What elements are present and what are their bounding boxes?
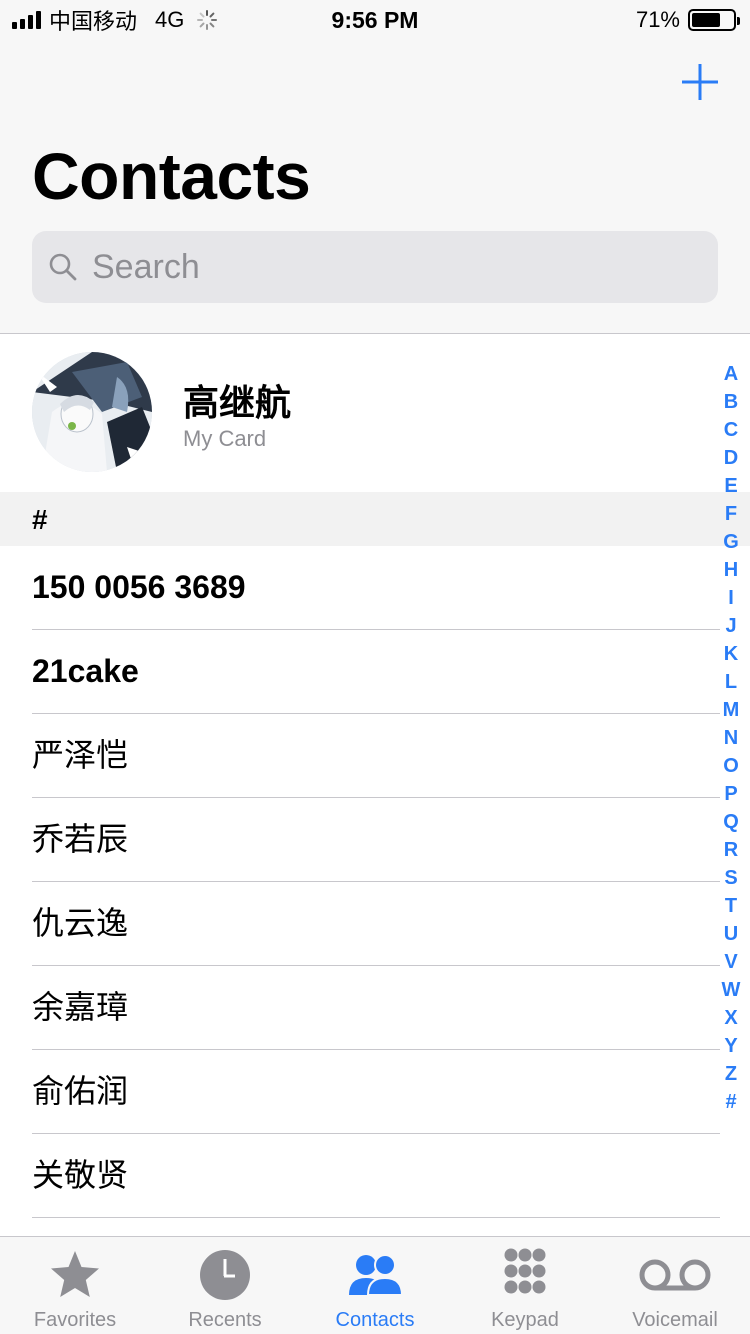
contact-name: 余嘉璋 xyxy=(32,988,129,1026)
avatar-image xyxy=(32,352,152,472)
index-letter[interactable]: H xyxy=(724,556,738,584)
battery-percentage: 71% xyxy=(635,7,680,32)
index-letter[interactable]: Q xyxy=(723,808,739,836)
index-letter[interactable]: J xyxy=(725,612,736,640)
index-letter[interactable]: K xyxy=(724,640,738,668)
star-icon xyxy=(51,1251,99,1297)
index-letter[interactable]: N xyxy=(724,724,738,752)
tab-label: Voicemail xyxy=(632,1309,718,1331)
contact-name: 仇云逸 xyxy=(32,904,129,942)
tab-label: Favorites xyxy=(33,1309,117,1331)
index-letter[interactable]: T xyxy=(725,892,737,920)
index-letter[interactable]: L xyxy=(725,668,737,696)
contact-row[interactable]: 乔若辰 xyxy=(0,798,750,882)
index-letter[interactable]: B xyxy=(724,388,738,416)
contacts-screen: 中国移动 4G 9:56 PM 71% Contacts Search 高继航 … xyxy=(0,0,750,1334)
contact-name: 关敬贤 xyxy=(32,1156,129,1194)
tab-bar: Favorites Recents Contacts Keypad Voicem… xyxy=(0,1236,750,1334)
search-icon xyxy=(49,253,77,281)
index-letter[interactable]: V xyxy=(724,948,737,976)
contact-name: 150 0056 3689 xyxy=(32,569,246,605)
status-bar: 中国移动 4G 9:56 PM 71% xyxy=(0,0,750,40)
tab-voicemail[interactable]: Voicemail xyxy=(600,1237,750,1334)
voicemail-icon xyxy=(639,1259,711,1291)
index-letter[interactable]: R xyxy=(724,836,738,864)
index-letter[interactable]: S xyxy=(724,864,737,892)
contact-row[interactable]: 仇云逸 xyxy=(0,882,750,966)
tab-contacts[interactable]: Contacts xyxy=(300,1237,450,1334)
index-letter[interactable]: C xyxy=(724,416,738,444)
contact-row[interactable]: 余嘉璋 xyxy=(0,966,750,1050)
add-contact-button[interactable] xyxy=(680,62,720,102)
index-letter[interactable]: I xyxy=(728,584,734,612)
index-letter[interactable]: Y xyxy=(724,1032,737,1060)
contact-name: 21cake xyxy=(32,653,139,689)
tab-label: Recents xyxy=(188,1309,262,1331)
status-right: 71% xyxy=(635,6,740,34)
tab-label: Keypad xyxy=(491,1309,559,1331)
contact-name: 乔若辰 xyxy=(32,820,129,858)
clock-icon xyxy=(200,1250,250,1300)
keypad-icon xyxy=(504,1248,546,1294)
contact-list: 150 0056 3689 21cake 严泽恺 乔若辰 仇云逸 余嘉璋 俞佑润… xyxy=(0,546,750,1218)
contact-row[interactable]: 150 0056 3689 xyxy=(0,546,750,630)
my-card[interactable]: 高继航 My Card xyxy=(0,334,750,492)
index-letter[interactable]: E xyxy=(724,472,737,500)
tab-favorites[interactable]: Favorites xyxy=(0,1237,150,1334)
search-input[interactable] xyxy=(92,247,672,287)
tab-keypad[interactable]: Keypad xyxy=(450,1237,600,1334)
navigation-header: Contacts xyxy=(0,40,750,334)
contact-row[interactable]: 关敬贤 xyxy=(0,1134,750,1218)
contact-row[interactable]: 俞佑润 xyxy=(0,1050,750,1134)
contact-row[interactable]: 严泽恺 xyxy=(0,714,750,798)
index-letter[interactable]: U xyxy=(724,920,738,948)
index-letter[interactable]: O xyxy=(723,752,739,780)
index-letter[interactable]: X xyxy=(724,1004,737,1032)
contact-name: 俞佑润 xyxy=(32,1072,129,1110)
index-letter[interactable]: W xyxy=(722,976,741,1004)
index-letter[interactable]: P xyxy=(724,780,737,808)
tab-recents[interactable]: Recents xyxy=(150,1237,300,1334)
battery-fill xyxy=(692,13,721,27)
contact-name: 严泽恺 xyxy=(32,736,129,774)
section-header-label: # xyxy=(32,504,48,535)
section-header: # xyxy=(0,492,750,546)
contacts-icon xyxy=(349,1254,404,1296)
index-letter[interactable]: A xyxy=(724,360,738,388)
search-bar[interactable] xyxy=(32,231,718,303)
index-letter[interactable]: # xyxy=(725,1088,736,1116)
index-letter[interactable]: G xyxy=(723,528,739,556)
page-title: Contacts xyxy=(32,139,311,213)
tab-label: Contacts xyxy=(335,1309,415,1331)
index-letter[interactable]: Z xyxy=(725,1060,737,1088)
section-index[interactable]: A B C D E F G H I J K L M N O P Q R S T U V W X Y Z # xyxy=(716,360,746,1116)
index-letter[interactable]: M xyxy=(723,696,740,724)
index-letter[interactable]: F xyxy=(725,500,737,528)
contact-row[interactable]: 21cake xyxy=(0,630,750,714)
avatar xyxy=(32,352,152,472)
my-card-label: My Card xyxy=(183,426,267,451)
index-letter[interactable]: D xyxy=(724,444,738,472)
my-card-name: 高继航 xyxy=(183,383,292,424)
battery-icon xyxy=(688,9,740,31)
